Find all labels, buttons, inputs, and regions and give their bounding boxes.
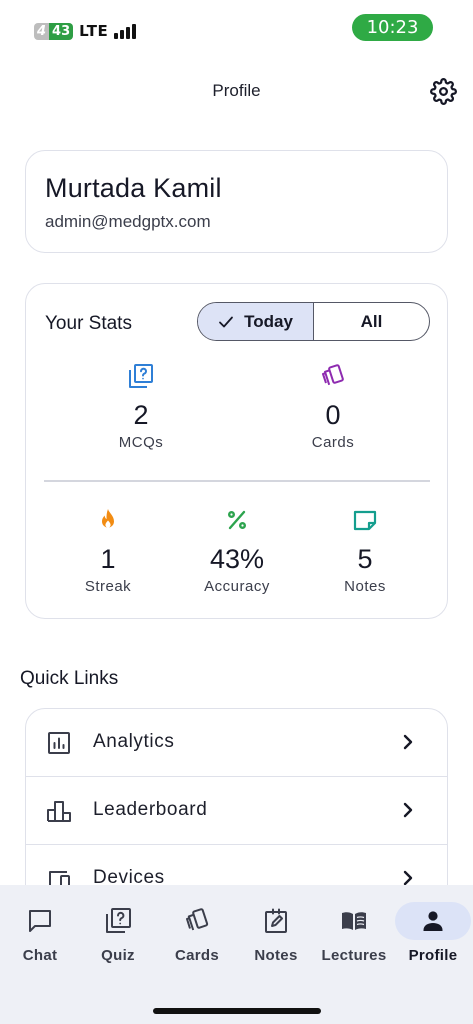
nav-cards-label: Cards (174, 947, 220, 964)
status-bar: 4 43 LTE 10:23 (0, 0, 473, 56)
nav-cards[interactable]: Cards (158, 885, 236, 985)
nav-chat[interactable]: Chat (1, 885, 79, 985)
gear-icon (430, 78, 457, 105)
quick-link-label: Analytics (93, 731, 175, 752)
toggle-all[interactable]: All (314, 303, 429, 340)
note-icon (353, 510, 377, 531)
stat-cards-label: Cards (311, 434, 355, 451)
percent-icon (227, 510, 247, 530)
stat-notes: 5 Notes (305, 507, 425, 595)
battery-percent: 43 (49, 22, 74, 40)
notes-icon (265, 908, 287, 933)
chevron-right-icon (403, 802, 413, 818)
quick-link-label: Leaderboard (93, 799, 208, 820)
stat-accuracy: 43% Accuracy (177, 507, 297, 595)
nav-notes-label: Notes (254, 947, 298, 964)
stats-title: Your Stats (45, 313, 132, 334)
stat-notes-value: 5 (357, 544, 373, 574)
stat-streak-label: Streak (84, 578, 132, 595)
nav-quiz-label: Quiz (101, 947, 135, 964)
stat-streak-value: 1 (100, 544, 116, 574)
battery-charge-digit: 4 (34, 22, 50, 40)
stat-notes-label: Notes (344, 578, 386, 595)
quiz-icon (129, 364, 153, 388)
stats-period-toggle: Today All (197, 302, 430, 341)
toggle-today[interactable]: Today (198, 303, 314, 340)
home-indicator[interactable] (153, 1008, 321, 1014)
nav-quiz[interactable]: Quiz (79, 885, 157, 985)
stat-cards: 0 Cards (273, 363, 393, 451)
nav-notes[interactable]: Notes (237, 885, 315, 985)
status-left: 4 43 LTE (34, 22, 137, 40)
stat-accuracy-label: Accuracy (204, 578, 270, 595)
quick-link-leaderboard[interactable]: Leaderboard (26, 777, 447, 845)
person-icon (423, 911, 443, 931)
stat-cards-value: 0 (325, 400, 341, 430)
chat-icon (29, 910, 51, 932)
nav-profile[interactable]: Profile (394, 885, 472, 985)
stats-card: Your Stats Today All 2 MCQs 0 Cards 1 St… (25, 283, 448, 619)
toggle-all-label: All (360, 311, 383, 331)
stat-mcqs: 2 MCQs (81, 363, 201, 451)
quick-links-title: Quick Links (20, 668, 119, 689)
profile-email: admin@medgptx.com (45, 212, 211, 231)
flame-icon (102, 509, 114, 528)
network-type: LTE (79, 22, 109, 40)
nav-profile-label: Profile (408, 947, 458, 964)
toggle-today-label: Today (244, 311, 293, 331)
chevron-right-icon (403, 734, 413, 750)
nav-lectures[interactable]: Lectures (315, 885, 393, 985)
page-title: Profile (212, 81, 261, 100)
stat-accuracy-value: 43% (209, 544, 265, 574)
nav-lectures-label: Lectures (321, 947, 387, 964)
analytics-icon (48, 732, 70, 754)
book-icon (342, 912, 366, 930)
profile-name: Murtada Kamil (45, 173, 222, 203)
battery-indicator: 4 43 (34, 22, 74, 40)
cards-icon (186, 908, 209, 931)
signal-icon (114, 23, 137, 39)
bottom-nav: Chat Quiz Cards Notes Lectures Profile (0, 885, 473, 1024)
leaderboard-icon (47, 801, 71, 822)
stat-streak: 1 Streak (48, 507, 168, 595)
profile-card: Murtada Kamil admin@medgptx.com (25, 150, 448, 253)
stat-mcqs-label: MCQs (118, 434, 164, 451)
stat-mcqs-value: 2 (133, 400, 149, 430)
check-icon (219, 316, 233, 327)
quick-link-analytics[interactable]: Analytics (26, 709, 447, 777)
cards-icon (322, 364, 344, 386)
nav-chat-label: Chat (22, 947, 58, 964)
settings-button[interactable] (430, 78, 457, 105)
quiz-icon (106, 908, 131, 933)
clock: 10:23 (352, 14, 433, 41)
stats-divider (44, 480, 430, 482)
